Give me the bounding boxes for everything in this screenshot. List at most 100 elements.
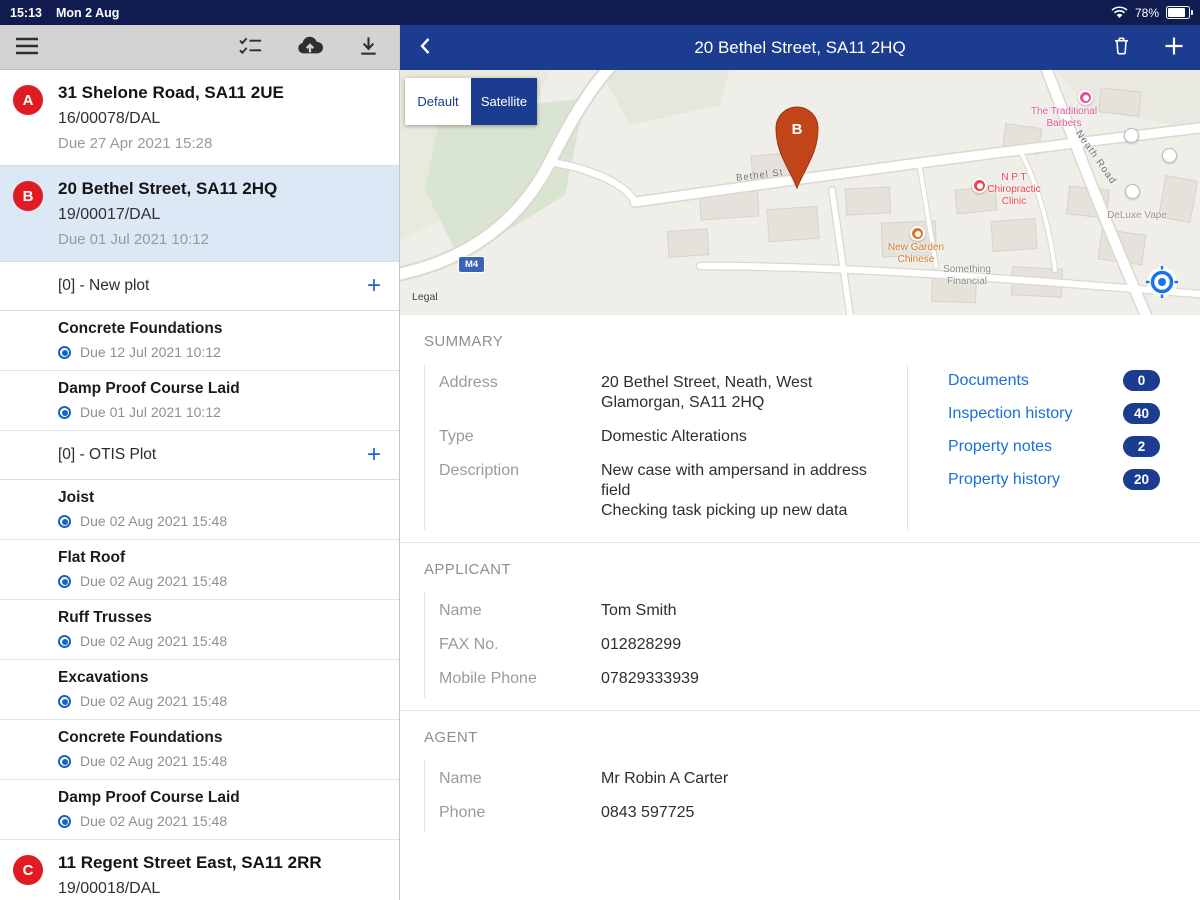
field-row: Mobile Phone 07829333939 [439, 662, 1176, 696]
property-reference: 19/00017/DAL [58, 206, 383, 224]
hamburger-icon [15, 37, 39, 55]
add-plot-task-button[interactable]: + [367, 277, 381, 295]
field-label: Name [439, 769, 601, 789]
task-due-row: Due 02 Aug 2021 15:48 [58, 514, 383, 529]
field-value: 012828299 [601, 635, 873, 655]
map-tab-default[interactable]: Default [405, 78, 471, 125]
task-target-icon [58, 575, 71, 588]
field-label: Mobile Phone [439, 669, 601, 689]
map-attribution-link[interactable]: Legal [412, 291, 438, 303]
section-heading: APPLICANT [424, 561, 1176, 578]
task-row[interactable]: Ruff Trusses Due 02 Aug 2021 15:48 [0, 600, 399, 660]
status-bar: 15:13Mon 2 Aug 78% [0, 0, 1200, 25]
property-badge: A [13, 85, 43, 115]
task-due: Due 02 Aug 2021 15:48 [80, 574, 227, 589]
property-list: A 31 Shelone Road, SA11 2UE 16/00078/DAL… [0, 70, 399, 900]
summary-links: Documents 0 Inspection history 40 Proper… [948, 364, 1160, 502]
detail-panel: 20 Bethel Street, SA11 2HQ [400, 25, 1200, 900]
applicant-fields: Name Tom Smith FAX No. 012828299 Mobile … [424, 592, 1176, 698]
task-due-row: Due 12 Jul 2021 10:12 [58, 345, 383, 360]
task-row[interactable]: Excavations Due 02 Aug 2021 15:48 [0, 660, 399, 720]
field-label: FAX No. [439, 635, 601, 655]
count-badge: 2 [1123, 436, 1160, 457]
plot-name: [0] - New plot [58, 277, 149, 295]
property-history-link[interactable]: Property history [948, 470, 1060, 489]
field-value: Tom Smith [601, 601, 873, 621]
locate-me-button[interactable] [1145, 265, 1179, 299]
add-button[interactable] [1162, 34, 1186, 61]
task-title: Damp Proof Course Laid [58, 789, 383, 807]
link-row: Inspection history 40 [948, 403, 1160, 424]
property-reference: 16/00078/DAL [58, 110, 383, 128]
property-due: Due 27 Apr 2021 15:28 [58, 135, 383, 152]
task-due-row: Due 02 Aug 2021 15:48 [58, 574, 383, 589]
property-notes-link[interactable]: Property notes [948, 437, 1052, 456]
property-due: Due 01 Jul 2021 10:12 [58, 231, 383, 248]
app-root: 15:13Mon 2 Aug 78% [0, 0, 1200, 900]
battery-percent: 78% [1135, 6, 1159, 20]
property-item[interactable]: A 31 Shelone Road, SA11 2UE 16/00078/DAL… [0, 70, 399, 166]
field-label: Name [439, 601, 601, 621]
delete-button[interactable] [1111, 35, 1132, 60]
plot-row[interactable]: [0] - New plot + [0, 262, 399, 311]
battery-fill [1168, 8, 1185, 17]
summary-fields: Address 20 Bethel Street, Neath, West Gl… [424, 364, 908, 530]
map-poi-vape: DeLuxe Vape [1095, 210, 1179, 222]
field-label: Description [439, 461, 601, 521]
cloud-upload-icon [296, 35, 324, 56]
task-row[interactable]: Concrete Foundations Due 02 Aug 2021 15:… [0, 720, 399, 780]
task-row[interactable]: Flat Roof Due 02 Aug 2021 15:48 [0, 540, 399, 600]
map-tab-satellite[interactable]: Satellite [471, 78, 537, 125]
detail-title: 20 Bethel Street, SA11 2HQ [694, 38, 905, 58]
status-right: 78% [1111, 6, 1190, 20]
task-row[interactable]: Damp Proof Course Laid Due 01 Jul 2021 1… [0, 371, 399, 431]
field-value: 07829333939 [601, 669, 873, 689]
plot-row[interactable]: [0] - OTIS Plot + [0, 431, 399, 480]
task-due: Due 01 Jul 2021 10:12 [80, 405, 221, 420]
cloud-upload-button[interactable] [296, 35, 324, 59]
field-row: Name Tom Smith [439, 594, 1176, 628]
agent-fields: Name Mr Robin A Carter Phone 0843 597725 [424, 760, 1176, 832]
map[interactable]: B Default Satellite The Traditional Barb… [400, 70, 1200, 315]
map-poi-circle [1125, 184, 1140, 199]
task-target-icon [58, 695, 71, 708]
task-row[interactable]: Damp Proof Course Laid Due 02 Aug 2021 1… [0, 780, 399, 840]
task-title: Ruff Trusses [58, 609, 383, 627]
description-line-2: Checking task picking up new data [601, 501, 873, 521]
count-badge: 20 [1123, 469, 1160, 490]
map-poi-circle [1162, 148, 1177, 163]
download-button[interactable] [357, 34, 380, 60]
back-button[interactable] [414, 34, 438, 61]
list-toolbar [0, 25, 399, 70]
main-layout: A 31 Shelone Road, SA11 2UE 16/00078/DAL… [0, 25, 1200, 900]
task-target-icon [58, 515, 71, 528]
task-row[interactable]: Concrete Foundations Due 12 Jul 2021 10:… [0, 311, 399, 371]
documents-link[interactable]: Documents [948, 371, 1029, 390]
checklist-button[interactable] [238, 34, 263, 60]
property-item[interactable]: C 11 Regent Street East, SA11 2RR 19/000… [0, 840, 399, 900]
task-due: Due 12 Jul 2021 10:12 [80, 345, 221, 360]
task-row[interactable]: Joist Due 02 Aug 2021 15:48 [0, 480, 399, 540]
locate-icon [1145, 265, 1179, 299]
task-due-row: Due 02 Aug 2021 15:48 [58, 694, 383, 709]
property-item-selected[interactable]: B 20 Bethel Street, SA11 2HQ 19/00017/DA… [0, 166, 399, 262]
map-poi-dot [910, 226, 925, 241]
field-label: Type [439, 427, 601, 447]
section-heading: SUMMARY [424, 333, 1176, 350]
task-title: Concrete Foundations [58, 320, 383, 338]
add-plot-task-button[interactable]: + [367, 446, 381, 464]
field-label: Phone [439, 803, 601, 823]
field-row: Name Mr Robin A Carter [439, 762, 1176, 796]
task-target-icon [58, 755, 71, 768]
property-reference: 19/00018/DAL [58, 880, 383, 898]
task-title: Concrete Foundations [58, 729, 383, 747]
map-road-badge: M4 [458, 256, 485, 273]
field-row: Address 20 Bethel Street, Neath, West Gl… [439, 366, 907, 420]
status-time: 15:13 [10, 6, 42, 20]
map-marker-label: B [792, 121, 803, 138]
link-row: Property notes 2 [948, 436, 1160, 457]
task-title: Excavations [58, 669, 383, 687]
inspection-history-link[interactable]: Inspection history [948, 404, 1073, 423]
menu-button[interactable] [15, 37, 39, 58]
task-due-row: Due 02 Aug 2021 15:48 [58, 814, 383, 829]
